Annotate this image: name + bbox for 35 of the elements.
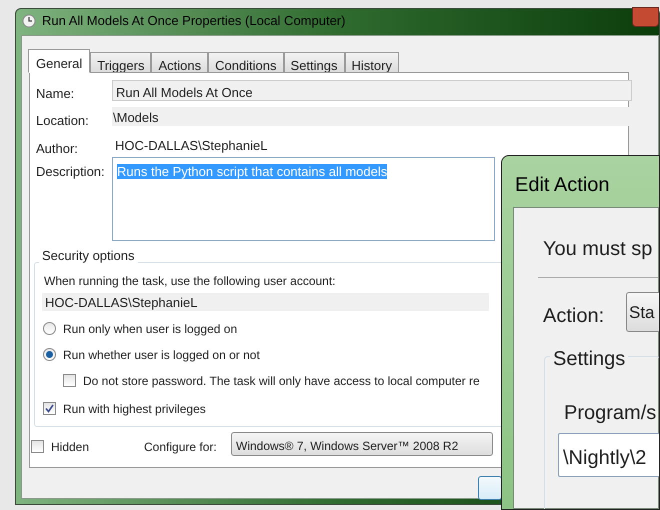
account-prompt: When running the task, use the following user account: — [44, 273, 336, 290]
tab[interactable]: History — [344, 52, 399, 73]
checkbox[interactable] — [63, 374, 76, 387]
radio-label[interactable]: Run whether user is logged on or not — [63, 346, 260, 364]
checkbox-label[interactable]: Run with highest privileges — [63, 400, 206, 418]
action-dropdown[interactable]: Sta — [626, 292, 659, 332]
checkbox-label[interactable]: Do not store password. The task will only have access to local computer re — [83, 372, 480, 390]
location-value: \Models — [112, 107, 632, 126]
field-label: Description: — [36, 163, 105, 181]
tab[interactable]: Triggers — [90, 52, 152, 73]
program-field[interactable]: \Nightly\2 — [558, 433, 659, 477]
window-title: Run All Models At Once Properties (Local Computer) — [42, 12, 346, 30]
checkbox-label[interactable]: Hidden — [51, 438, 90, 456]
field-label: Location: — [36, 112, 89, 130]
ok-button[interactable] — [478, 476, 502, 500]
dialog-title: Edit Action — [515, 173, 610, 198]
account-value: HOC-DALLAS\StephanieL — [42, 293, 489, 311]
field-label: Author: — [36, 140, 78, 158]
configure-dropdown[interactable]: Windows® 7, Windows Server™ 2008 R2 — [231, 432, 493, 456]
author-value: HOC-DALLAS\StephanieL — [114, 137, 268, 154]
name-field[interactable]: Run All Models At Once — [112, 80, 632, 101]
tab[interactable]: Conditions — [208, 52, 284, 73]
checkbox[interactable] — [31, 440, 44, 453]
program-label: Program/s — [564, 401, 656, 426]
dialog-message: You must sp — [543, 237, 652, 262]
tab[interactable]: Actions — [151, 52, 208, 73]
clock-icon — [22, 14, 36, 28]
radio-label[interactable]: Run only when user is logged on — [63, 320, 238, 338]
tab[interactable]: General — [28, 49, 90, 73]
tab[interactable]: Settings — [284, 52, 345, 73]
field-label: Name: — [36, 85, 74, 103]
checkbox[interactable] — [43, 402, 56, 415]
close-button[interactable] — [632, 7, 659, 27]
configure-label: Configure for: — [144, 439, 217, 456]
action-label: Action: — [543, 304, 604, 329]
